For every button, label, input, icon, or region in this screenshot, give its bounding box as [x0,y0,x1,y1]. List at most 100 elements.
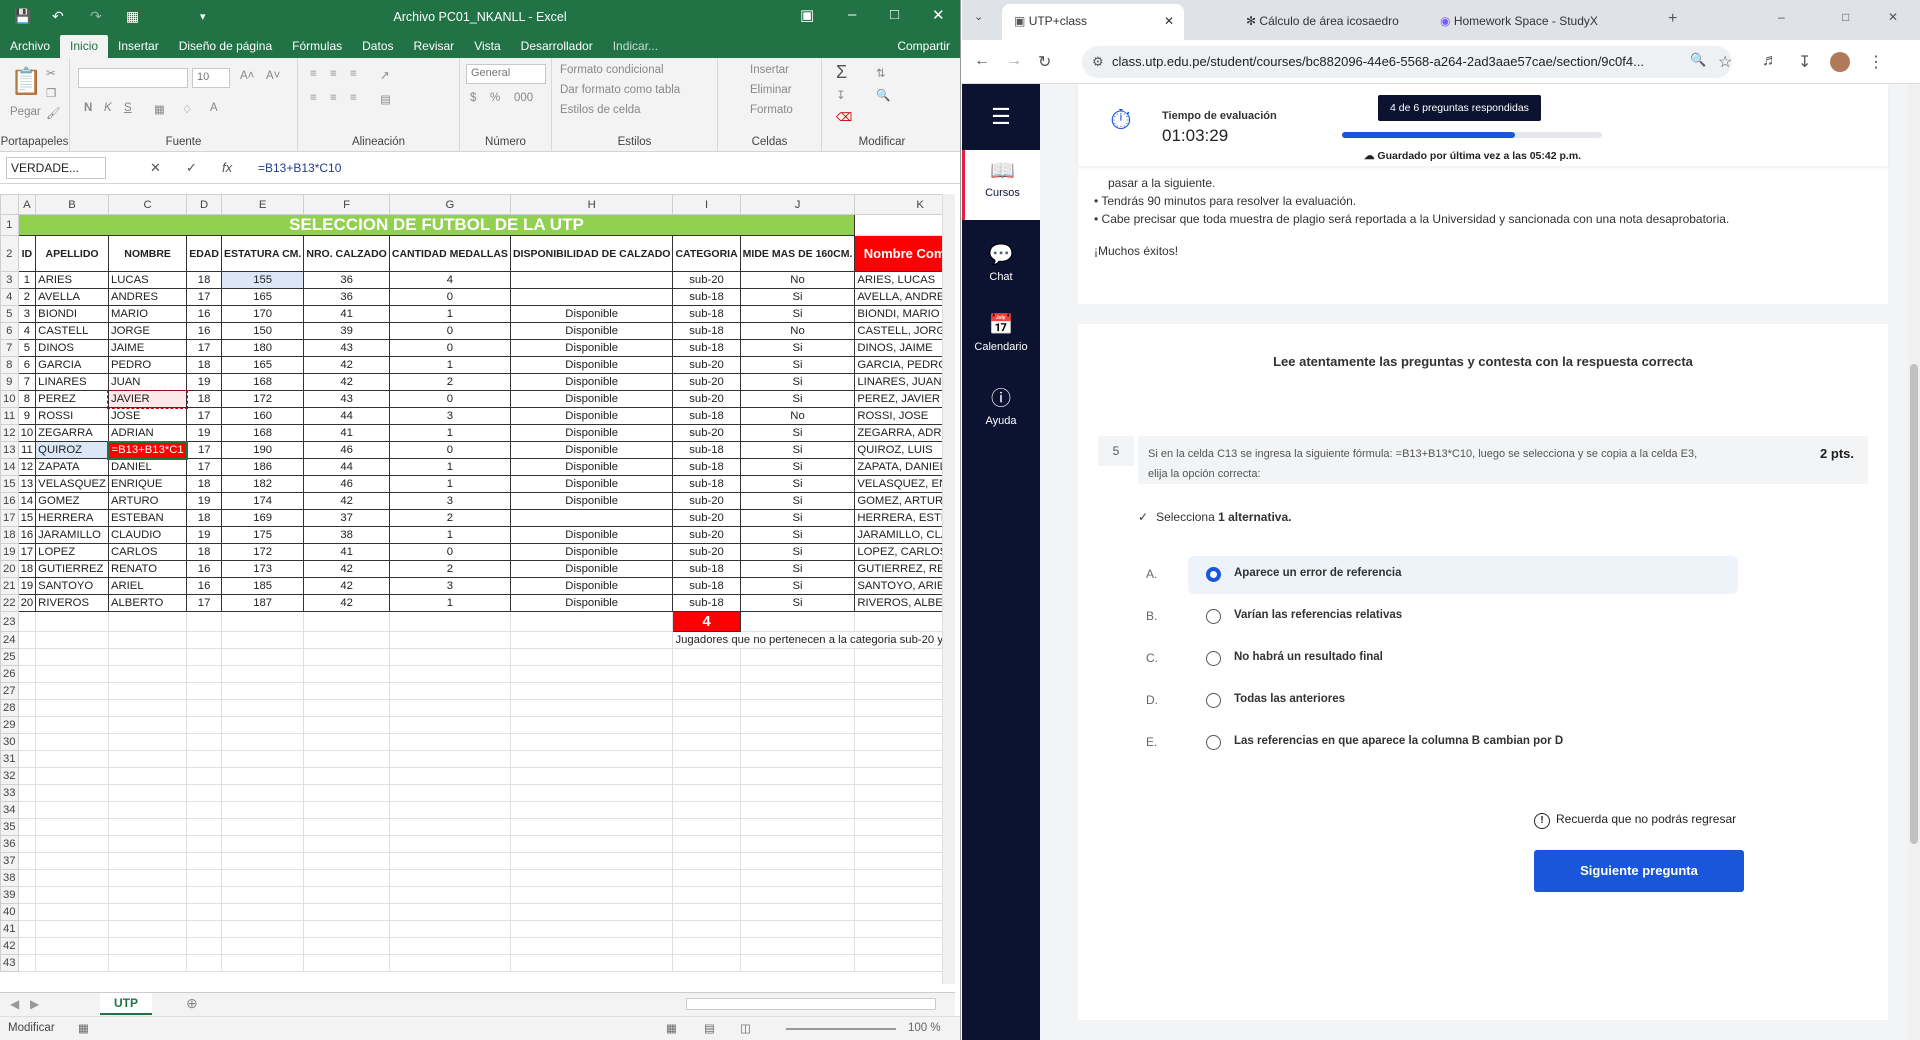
option-e[interactable]: E. Las referencias en que aparece la colu… [1146,724,1738,762]
column-header[interactable]: H [509,194,674,215]
active-edit-cell[interactable]: =B13+B13*C1 [107,440,188,460]
cell[interactable] [509,886,674,904]
table-cell[interactable]: JARAMILLO, CLAUDIO [854,526,955,544]
table-cell[interactable]: Si [739,560,856,578]
media-icon[interactable]: ♬ [1762,52,1778,70]
table-cell[interactable]: QUIROZ, LUIS [854,441,955,459]
format-cells-button[interactable]: Formato [750,104,793,116]
cell[interactable] [303,801,390,819]
table-cell[interactable]: 1 [388,594,511,612]
cell[interactable] [186,665,222,683]
table-cell[interactable]: sub-18 [672,441,741,459]
table-cell[interactable]: 169 [220,509,305,527]
table-cell[interactable]: LUCAS [107,271,188,289]
browser-tab-utp[interactable]: ▣ UTP+class ✕ [1002,4,1184,40]
cell[interactable] [509,801,674,819]
table-cell[interactable]: VELASQUEZ, ENRIQUE [854,475,955,493]
cell[interactable] [739,937,856,955]
cell[interactable] [388,665,511,683]
table-cell[interactable]: ARTURO [107,492,188,510]
table-cell[interactable]: 46 [303,475,390,493]
option-d[interactable]: D. Todas las anteriores [1146,682,1738,720]
close-tab-icon[interactable]: ✕ [1164,14,1174,28]
cell[interactable] [303,665,390,683]
table-cell[interactable]: 150 [220,322,305,340]
table-cell[interactable]: DINOS, JAIME [854,339,955,357]
cell[interactable] [17,750,37,768]
close-icon[interactable]: ✕ [932,6,945,24]
table-cell[interactable]: 42 [303,577,390,595]
table-cell[interactable]: LOPEZ [35,543,109,561]
cell[interactable] [739,665,856,683]
table-cell[interactable]: 155 [220,271,305,289]
cell[interactable] [672,937,741,955]
table-cell[interactable]: 182 [220,475,305,493]
cell[interactable] [739,716,856,734]
cell[interactable] [672,852,741,870]
cell[interactable] [107,954,188,972]
row-header[interactable]: 8 [0,356,19,374]
table-cell[interactable]: 172 [220,390,305,408]
radio-button[interactable] [1206,651,1221,666]
cell[interactable] [186,886,222,904]
tab-insertar[interactable]: Insertar [108,35,169,58]
cell[interactable] [17,631,37,649]
table-cell[interactable]: Si [739,594,856,612]
table-cell[interactable]: 3 [17,305,37,323]
cell[interactable] [388,903,511,921]
cell[interactable] [509,852,674,870]
table-cell[interactable]: 19 [186,526,222,544]
table-cell[interactable]: 180 [220,339,305,357]
tab-desarrollador[interactable]: Desarrollador [511,35,603,58]
table-cell[interactable]: JAVIER [107,389,188,409]
cell[interactable] [186,835,222,853]
table-cell[interactable]: 41 [303,424,390,442]
cell[interactable] [739,886,856,904]
cell[interactable] [220,750,305,768]
table-cell[interactable]: 17 [186,407,222,425]
cell[interactable] [220,818,305,836]
table-cell[interactable]: sub-20 [672,271,741,289]
cell[interactable] [509,682,674,700]
table-cell[interactable]: 19 [17,577,37,595]
table-cell[interactable]: 3 [388,407,511,425]
cell[interactable] [854,611,955,632]
next-sheet-icon[interactable]: ▶ [30,997,39,1011]
table-cell[interactable]: Si [739,424,856,442]
table-cell[interactable]: 175 [220,526,305,544]
cell[interactable] [17,767,37,785]
column-header[interactable]: K [854,194,955,215]
cell[interactable] [672,648,741,666]
table-cell[interactable]: 17 [186,339,222,357]
cell[interactable] [186,716,222,734]
table-cell[interactable]: ZAPATA [35,458,109,476]
option-c[interactable]: C. No habrá un resultado final [1146,640,1738,678]
cell[interactable] [739,954,856,972]
table-cell[interactable]: 4 [17,322,37,340]
cell[interactable] [739,699,856,717]
sort-filter-icon[interactable]: ⇅ [876,66,886,80]
table-cell[interactable]: Disponible [509,305,674,323]
table-cell[interactable]: AVELLA [35,288,109,306]
cell[interactable] [17,852,37,870]
table-cell[interactable]: JUAN [107,373,188,391]
page-scrollbar[interactable] [1908,84,1920,1040]
align-middle-icon[interactable]: ≡ [330,68,337,80]
table-cell[interactable]: No [739,407,856,425]
table-cell[interactable]: 190 [220,441,305,459]
table-cell[interactable]: GARCIA [35,356,109,374]
table-cell[interactable]: 17 [186,288,222,306]
enter-formula-icon[interactable]: ✓ [186,160,197,176]
row-header[interactable]: 7 [0,339,19,357]
cell[interactable] [35,937,109,955]
table-cell[interactable]: GUTIERREZ [35,560,109,578]
cell[interactable] [388,801,511,819]
cell[interactable] [388,699,511,717]
align-center-icon[interactable]: ≡ [330,92,337,104]
cell[interactable] [303,869,390,887]
table-cell[interactable]: 41 [303,543,390,561]
row-header[interactable]: 43 [0,954,19,972]
table-cell[interactable]: CASTELL, JORGE [854,322,955,340]
cell[interactable] [107,750,188,768]
cell[interactable] [854,733,955,751]
